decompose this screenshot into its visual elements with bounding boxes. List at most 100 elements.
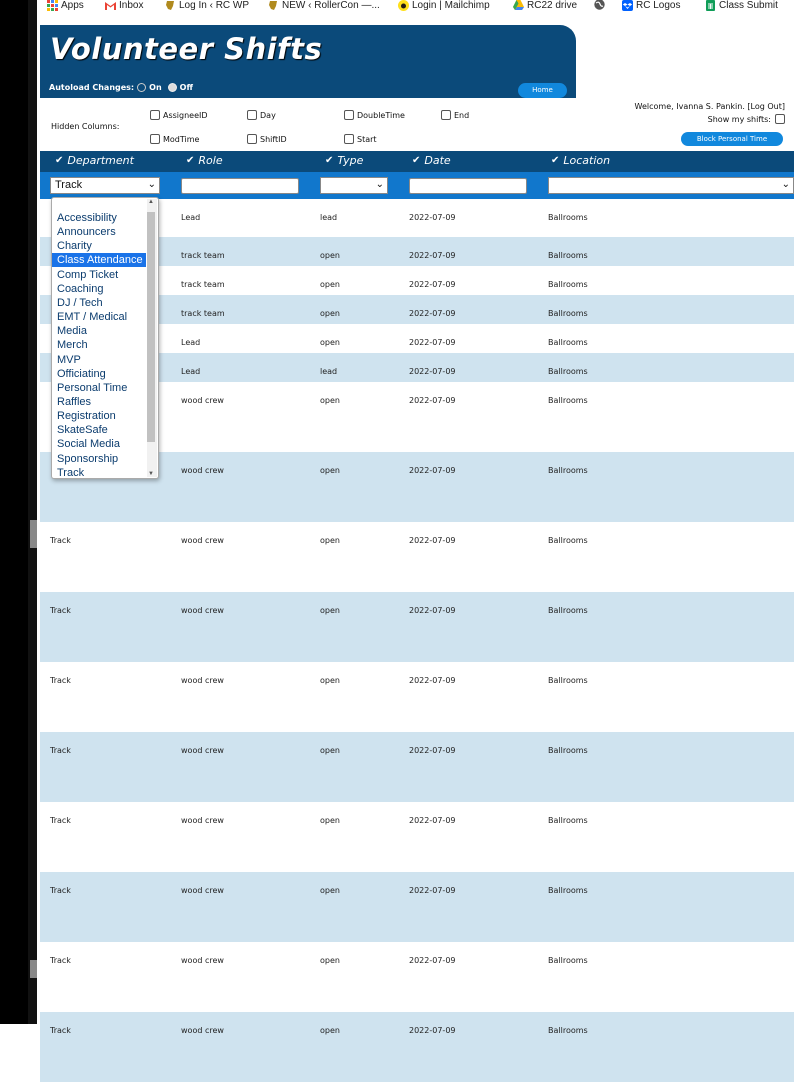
cell-role: Lead — [181, 213, 201, 222]
bookmark-rc-wp[interactable]: Log In ‹ RC WP — [165, 0, 249, 12]
dropdown-option[interactable]: SkateSafe — [52, 423, 146, 437]
table-row[interactable]: Track wood crew open 2022-07-09 Ballrooms — [40, 802, 794, 872]
table-row[interactable]: Track wood crew open 2022-07-09 Ballrooms — [40, 872, 794, 942]
checkbox[interactable] — [247, 134, 257, 144]
dropdown-option[interactable]: Personal Time — [52, 381, 146, 395]
hidden-col-day[interactable]: Day — [247, 110, 276, 120]
col-header-date[interactable]: ✔ Date — [412, 154, 451, 167]
role-filter-input[interactable] — [181, 178, 299, 194]
cell-type: open — [320, 536, 340, 545]
app-header: Volunteer Shifts Autoload Changes: On Of… — [40, 25, 576, 98]
hidden-col-end[interactable]: End — [441, 110, 469, 120]
chevron-down-icon: ⌄ — [147, 179, 156, 190]
dropdown-option[interactable]: Social Media — [52, 437, 146, 451]
col-header-type[interactable]: ✔ Type — [325, 154, 363, 167]
hidden-col-assigneeid[interactable]: AssigneeID — [150, 110, 208, 120]
table-row[interactable]: Track wood crew open 2022-07-09 Ballrooms — [40, 942, 794, 1012]
autoload-off-radio[interactable] — [167, 83, 177, 92]
cell-date: 2022-07-09 — [409, 1026, 456, 1035]
cell-department: Track — [50, 956, 71, 965]
bookmark-label: Apps — [61, 0, 84, 11]
cell-location: Ballrooms — [548, 466, 588, 475]
department-dropdown-list[interactable]: Accessibility Announcers Charity Class Atte… — [51, 197, 159, 479]
dropdown-option[interactable]: Registration — [52, 409, 146, 423]
dropdown-option[interactable]: MVP — [52, 353, 146, 367]
scrollbar-thumb[interactable] — [147, 212, 155, 442]
table-row[interactable]: Track wood crew open 2022-07-09 Ballrooms — [40, 522, 794, 592]
dropdown-option[interactable]: Media — [52, 324, 146, 338]
cell-type: open — [320, 1026, 340, 1035]
cell-type: open — [320, 956, 340, 965]
checkbox[interactable] — [344, 134, 354, 144]
table-row[interactable]: Track wood crew open 2022-07-09 Ballrooms — [40, 1012, 794, 1082]
dropdown-option[interactable]: Accessibility — [52, 211, 146, 225]
dropdown-option[interactable]: DJ / Tech — [52, 296, 146, 310]
hidden-col-start[interactable]: Start — [344, 134, 377, 144]
col-header-role[interactable]: ✔ Role — [186, 154, 223, 167]
dropdown-option[interactable]: Officiating — [52, 367, 146, 381]
dropdown-option[interactable]: Raffles — [52, 395, 146, 409]
bookmark-rollercon[interactable]: NEW ‹ RollerCon —... — [268, 0, 380, 12]
cell-location: Ballrooms — [548, 816, 588, 825]
autoload-on-radio[interactable] — [137, 83, 147, 92]
cell-type: lead — [320, 367, 338, 376]
bookmark-apps[interactable]: Apps — [47, 0, 84, 12]
table-row[interactable]: Track wood crew open 2022-07-09 Ballrooms — [40, 732, 794, 802]
dropdown-option[interactable]: Class Attendance — [52, 253, 146, 268]
checkbox[interactable] — [344, 110, 354, 120]
col-header-label: Role — [198, 154, 223, 167]
dropdown-option[interactable]: Track — [52, 466, 146, 480]
col-header-location[interactable]: ✔ Location — [551, 154, 610, 167]
checkbox[interactable] — [150, 110, 160, 120]
checkbox[interactable] — [441, 110, 451, 120]
dropdown-option[interactable]: Charity — [52, 239, 146, 253]
cell-role: wood crew — [181, 886, 224, 895]
globe-icon — [594, 0, 605, 10]
scroll-down-arrow-icon[interactable]: ▼ — [147, 471, 155, 477]
home-button[interactable]: Home — [518, 83, 567, 98]
table-row[interactable]: Track wood crew open 2022-07-09 Ballrooms — [40, 592, 794, 662]
type-filter-select[interactable]: ⌄ — [320, 177, 388, 194]
gmail-icon — [105, 2, 116, 10]
cell-department: Track — [50, 1026, 71, 1035]
department-filter-select[interactable]: Track ⌄ — [50, 177, 160, 194]
bookmark-mailchimp[interactable]: Login | Mailchimp — [398, 0, 490, 12]
cell-location: Ballrooms — [548, 676, 588, 685]
dropdown-scrollbar[interactable]: ▲ ▼ — [147, 199, 157, 477]
hidden-col-doubletime[interactable]: DoubleTime — [344, 110, 405, 120]
hidden-col-shiftid[interactable]: ShiftID — [247, 134, 287, 144]
col-header-department[interactable]: ✔ Department — [55, 154, 134, 167]
bookmark-inbox[interactable]: Inbox — [105, 0, 143, 12]
dropdown-option[interactable]: Sponsorship — [52, 452, 146, 466]
dropdown-option[interactable]: EMT / Medical — [52, 310, 146, 324]
cell-location: Ballrooms — [548, 280, 588, 289]
bookmark-rc22-drive[interactable]: RC22 drive — [513, 0, 577, 12]
scroll-up-arrow-icon[interactable]: ▲ — [147, 199, 155, 205]
dropbox-icon — [622, 0, 633, 11]
window-edge — [28, 0, 37, 1024]
bookmark-class-submit[interactable]: Class Submit — [705, 0, 778, 12]
block-personal-time-button[interactable]: Block Personal Time — [681, 132, 783, 146]
checkbox[interactable] — [150, 134, 160, 144]
hidden-col-modtime[interactable]: ModTime — [150, 134, 199, 144]
cell-location: Ballrooms — [548, 396, 588, 405]
chevron-down-icon: ⌄ — [781, 179, 790, 190]
cell-role: wood crew — [181, 746, 224, 755]
cell-location: Ballrooms — [548, 956, 588, 965]
welcome-text[interactable]: Welcome, Ivanna S. Pankin. [Log Out] — [635, 102, 785, 111]
dropdown-option[interactable]: Announcers — [52, 225, 146, 239]
bookmark-label: RC Logos — [636, 0, 681, 11]
bookmark-rc-logos[interactable]: RC Logos — [622, 0, 680, 12]
location-filter-select[interactable]: ⌄ — [548, 177, 794, 194]
cell-date: 2022-07-09 — [409, 466, 456, 475]
dropdown-option[interactable]: Comp Ticket — [52, 268, 146, 282]
checkbox-label: DoubleTime — [357, 110, 405, 120]
table-row[interactable]: Track wood crew open 2022-07-09 Ballrooms — [40, 662, 794, 732]
show-my-shifts-checkbox[interactable] — [775, 114, 785, 124]
dropdown-option[interactable]: Merch — [52, 338, 146, 352]
date-filter-input[interactable] — [409, 178, 527, 194]
checkbox[interactable] — [247, 110, 257, 120]
dropdown-option[interactable]: Coaching — [52, 282, 146, 296]
cell-date: 2022-07-09 — [409, 676, 456, 685]
bookmark-globe[interactable] — [594, 0, 608, 10]
